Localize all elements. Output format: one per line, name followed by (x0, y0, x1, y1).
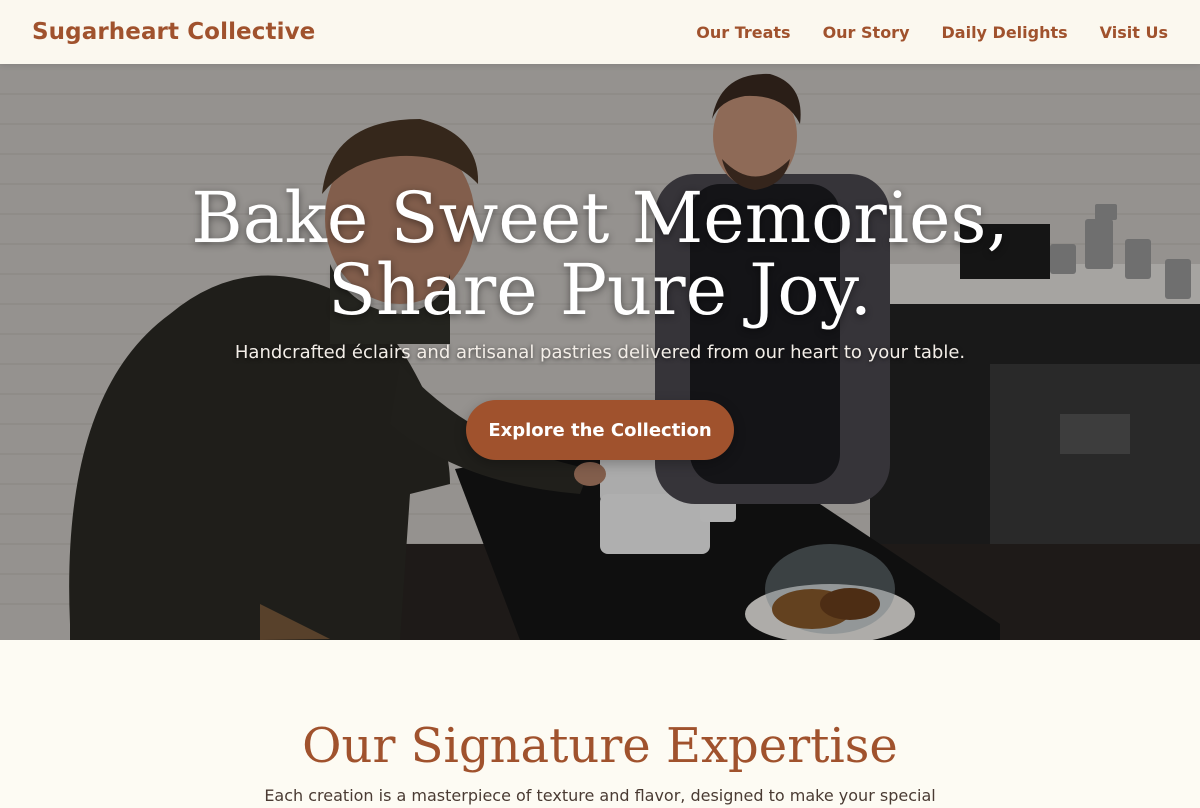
hero-title: Bake Sweet Memories, Share Pure Joy. (0, 182, 1200, 326)
expertise-description: Each creation is a masterpiece of textur… (264, 786, 936, 805)
brand-logo[interactable]: Sugarheart Collective (32, 19, 315, 45)
expertise-title: Our Signature Expertise (302, 718, 898, 774)
hero-subtitle: Handcrafted éclairs and artisanal pastri… (234, 342, 966, 363)
explore-collection-button[interactable]: Explore the Collection (466, 400, 734, 460)
top-navbar: Sugarheart Collective Our Treats Our Sto… (0, 0, 1200, 64)
hero-section: Bake Sweet Memories, Share Pure Joy. Han… (0, 64, 1200, 640)
expertise-section: Our Signature Expertise Each creation is… (0, 640, 1200, 805)
nav-link-our-treats[interactable]: Our Treats (696, 23, 790, 42)
nav-link-our-story[interactable]: Our Story (823, 23, 910, 42)
hero-title-line1: Bake Sweet Memories, (191, 177, 1009, 259)
hero-content: Bake Sweet Memories, Share Pure Joy. Han… (0, 64, 1200, 640)
nav-link-daily-delights[interactable]: Daily Delights (942, 23, 1068, 42)
hero-title-line2: Share Pure Joy. (328, 249, 872, 331)
nav-link-visit-us[interactable]: Visit Us (1100, 23, 1168, 42)
main-nav: Our Treats Our Story Daily Delights Visi… (696, 23, 1168, 42)
